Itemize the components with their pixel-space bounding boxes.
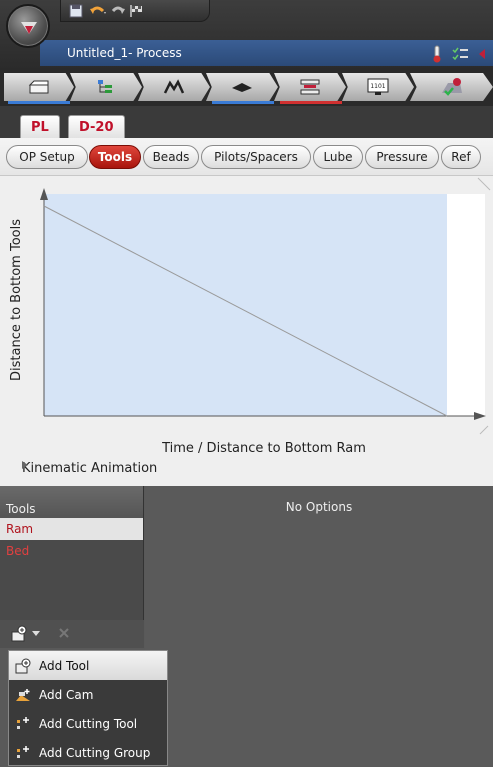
strip-icons (431, 45, 487, 66)
pill-label: Ref (451, 150, 471, 164)
checklist-icon[interactable] (451, 46, 469, 65)
pill-tools[interactable]: Tools (89, 145, 141, 169)
menu-item-label: Add Tool (39, 658, 90, 673)
thermometer-icon[interactable] (431, 45, 443, 66)
options-panel: No Options (145, 486, 493, 766)
monitor-icon: 1101 (367, 78, 389, 95)
add-cutting-tool-icon (17, 716, 29, 729)
step-blank[interactable] (206, 73, 278, 101)
expand-arrow-icon (22, 461, 28, 469)
tool-item-bed[interactable]: Bed (0, 540, 143, 562)
title-bar: Untitled_1- Process (0, 0, 493, 68)
quick-access-toolbar (60, 0, 210, 22)
run-check-icon (441, 78, 462, 96)
plot-area (44, 194, 447, 416)
tool-tree-icon (98, 80, 112, 93)
add-tool-menu: Add Tool Add Cam Add Cutting Tool Add Cu… (8, 650, 168, 766)
pill-beads[interactable]: Beads (143, 145, 199, 169)
tools-footer (0, 620, 144, 648)
step-profile[interactable] (138, 73, 210, 101)
profile-shape-icon (163, 79, 185, 94)
pl-tab-strip: PL D-20 (0, 106, 493, 138)
menu-item-add-cam[interactable]: Add Cam (9, 680, 167, 709)
menu-item-label: Add Cutting Tool (39, 716, 138, 731)
blank-sheet-icon (232, 83, 252, 92)
step-underline (212, 101, 274, 104)
tab-label: D-20 (79, 119, 114, 135)
add-tool-icon (11, 625, 27, 642)
pill-pressure[interactable]: Pressure (365, 145, 439, 169)
menu-item-label: Add Cam (39, 687, 94, 702)
application-menu-button[interactable] (6, 4, 50, 48)
step-underline (280, 101, 342, 104)
pill-op-setup[interactable]: OP Setup (6, 145, 88, 169)
pill-pilots-spacers[interactable]: Pilots/Spacers (201, 145, 311, 169)
pill-lube[interactable]: Lube (313, 145, 363, 169)
kinematics-chart-panel: Distance to Bottom Tools Time / Distance… (0, 176, 493, 486)
pill-ref[interactable]: Ref (441, 145, 481, 169)
pill-label: Tools (97, 150, 133, 164)
pill-label: Beads (152, 150, 190, 164)
step-die-block[interactable] (4, 73, 74, 101)
tool-label: Bed (6, 544, 30, 558)
step-navigator: 1101 (0, 68, 493, 106)
kinematics-chart: Distance to Bottom Tools Time / Distance… (9, 177, 491, 456)
no-options-text: No Options (285, 500, 353, 514)
step-press-setup[interactable] (274, 73, 346, 101)
tab-d-20[interactable]: D-20 (68, 115, 125, 138)
step-monitor[interactable]: 1101 (342, 73, 414, 101)
process-title: Untitled_1- Process (67, 46, 182, 60)
app-logo-icon (21, 22, 37, 34)
step-tool-tree[interactable] (70, 73, 142, 101)
pill-label: OP Setup (19, 150, 75, 164)
flag-icon[interactable] (129, 4, 143, 18)
step-underline (8, 101, 70, 104)
close-icon (59, 627, 69, 638)
save-icon[interactable] (69, 4, 83, 18)
y-axis-label: Distance to Bottom Tools (9, 219, 24, 381)
chevron-down-icon (32, 631, 40, 636)
tool-item-ram[interactable]: Ram (0, 518, 143, 540)
redo-icon[interactable] (109, 4, 125, 18)
pill-label: Pilots/Spacers (214, 150, 298, 164)
step-run-check[interactable] (410, 73, 493, 101)
menu-item-label: Add Cutting Group (39, 745, 151, 760)
plot-margin (447, 194, 485, 416)
tab-label: PL (31, 119, 49, 135)
add-cam-icon (16, 688, 30, 701)
delete-tool-button[interactable] (58, 627, 70, 642)
tab-pl[interactable]: PL (20, 115, 60, 138)
menu-item-add-tool[interactable]: Add Tool (9, 651, 167, 680)
press-setup-icon (300, 79, 320, 95)
menu-item-add-cutting-group[interactable]: Add Cutting Group (9, 738, 167, 767)
add-tool-dropdown-button[interactable] (10, 625, 40, 643)
collapse-panel-icon[interactable] (477, 47, 487, 64)
resize-grip-icon[interactable] (479, 425, 489, 435)
add-tool-icon (15, 658, 31, 673)
x-axis-label: Time / Distance to Bottom Ram (161, 441, 366, 456)
undo-icon[interactable] (89, 4, 106, 18)
pill-label: Pressure (376, 150, 428, 164)
tools-header: Tools (0, 486, 143, 518)
die-block-icon (28, 80, 49, 94)
menu-item-add-cutting-tool[interactable]: Add Cutting Tool (9, 709, 167, 738)
animation-label: Kinematic Animation (22, 461, 158, 476)
kinematic-animation-toggle[interactable]: Kinematic Animation (22, 461, 157, 476)
resize-grip-icon[interactable] (477, 177, 491, 191)
pill-label: Lube (323, 150, 353, 164)
tools-panel: Tools Ram Bed (0, 486, 144, 648)
monitor-readout: 1101 (370, 83, 385, 90)
tool-label: Ram (6, 522, 34, 536)
add-cutting-group-icon (17, 745, 29, 758)
section-pill-bar: OP Setup Tools Beads Pilots/Spacers Lube… (0, 138, 493, 176)
